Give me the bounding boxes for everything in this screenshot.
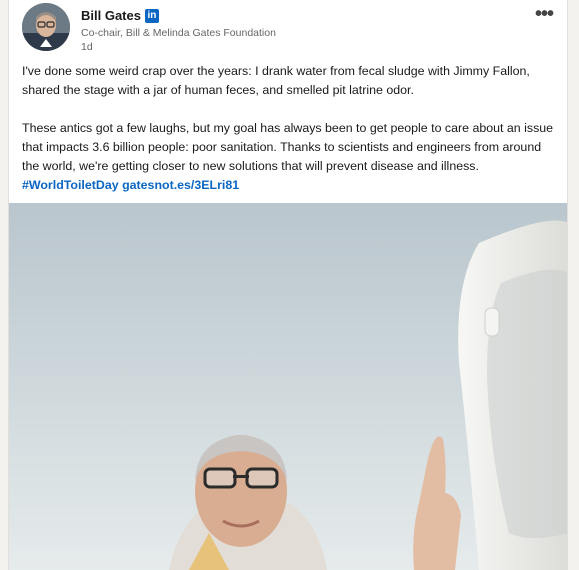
external-link[interactable]: gatesnot.es/3ELri81 (122, 178, 239, 192)
author-headline: Co-chair, Bill & Melinda Gates Foundatio… (81, 27, 276, 39)
avatar-photo-icon (22, 3, 70, 51)
post-header: Bill Gates in Co-chair, Bill & Melinda G… (22, 3, 567, 55)
post-paragraph-2: These antics got a few laughs, but my go… (22, 119, 557, 195)
post-paragraph-2-text: These antics got a few laughs, but my go… (22, 121, 554, 173)
linkedin-icon: in (144, 8, 159, 23)
more-options-icon[interactable]: ••• (535, 3, 554, 26)
author-avatar[interactable] (22, 3, 70, 51)
post-paragraph-1: I've done some weird crap over the years… (22, 64, 530, 97)
post-photo (9, 203, 567, 570)
feed-post-card: Bill Gates in Co-chair, Bill & Melinda G… (8, 0, 568, 570)
post-timestamp: 1d (81, 41, 93, 53)
post-image[interactable] (9, 203, 567, 570)
author-name[interactable]: Bill Gates (81, 8, 141, 23)
post-text: I've done some weird crap over the years… (22, 62, 557, 195)
hashtag-link[interactable]: #WorldToiletDay (22, 178, 119, 192)
author-name-row: Bill Gates in (81, 8, 159, 23)
